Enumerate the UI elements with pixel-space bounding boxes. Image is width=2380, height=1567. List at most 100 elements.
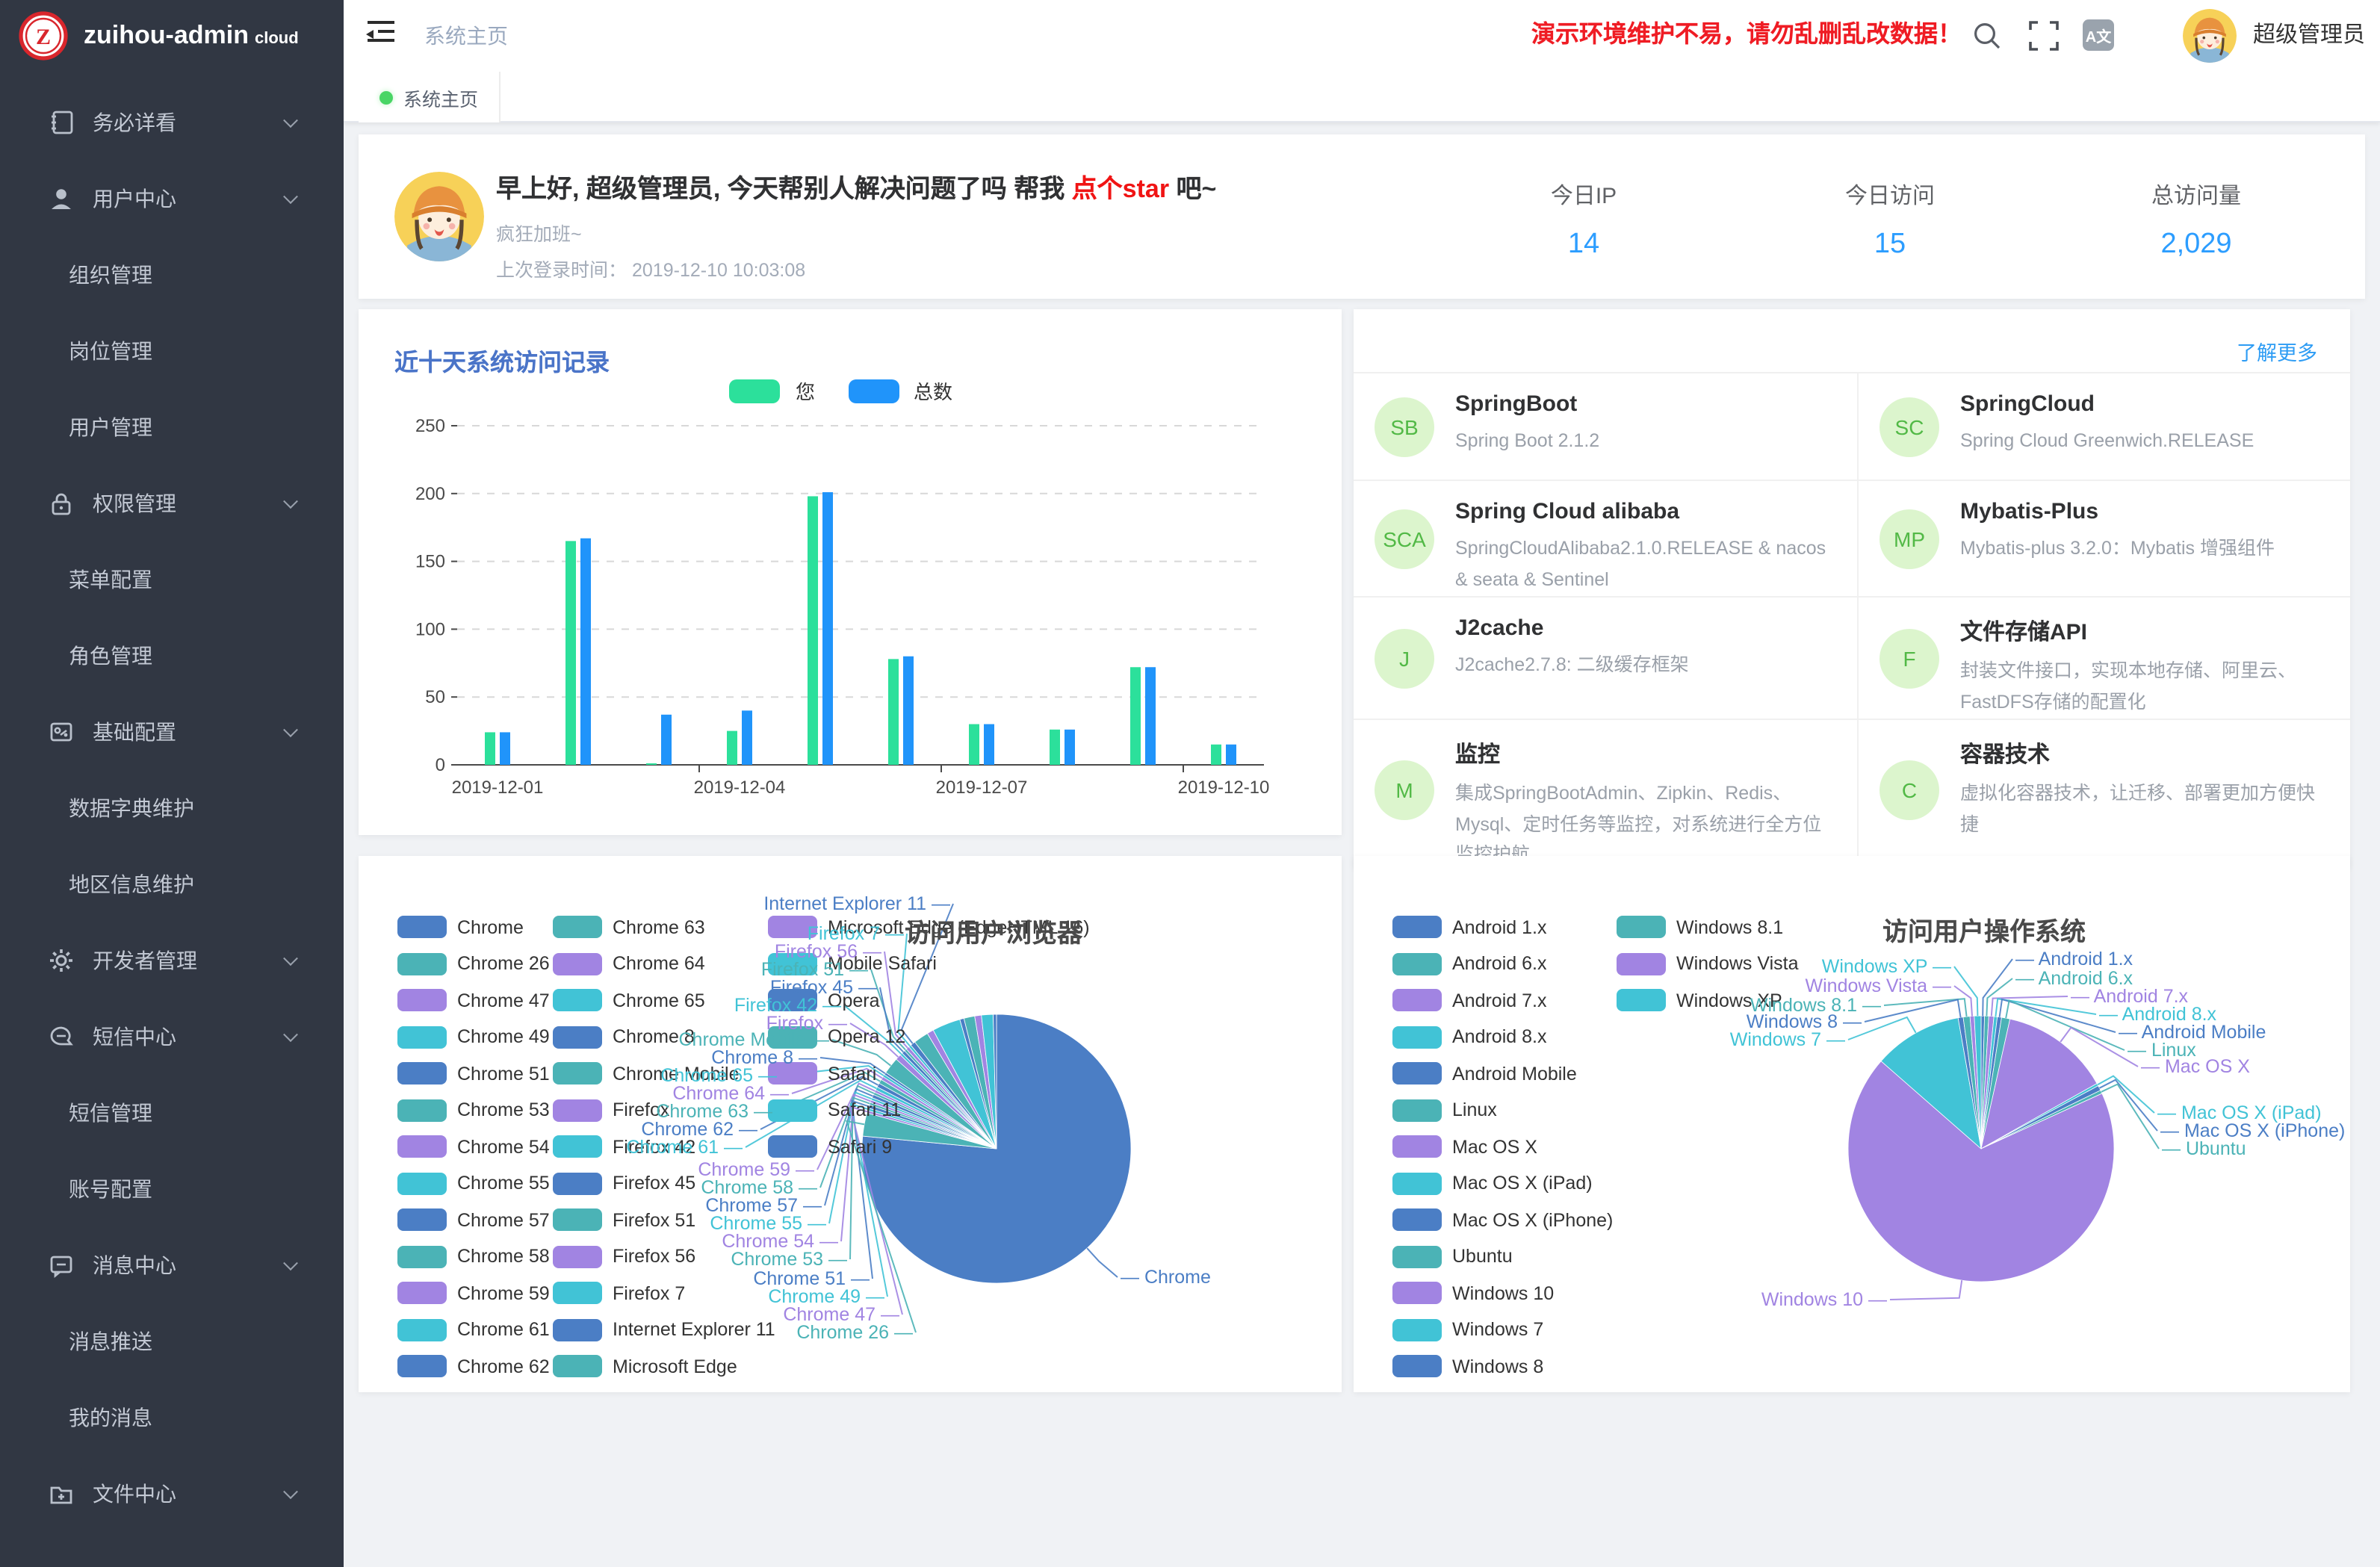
legend-item[interactable]: Chrome 51 [397,1062,550,1085]
sidebar-item[interactable]: 短信中心 [0,998,344,1074]
fullscreen-icon[interactable] [2027,19,2060,52]
learn-more-link[interactable]: 了解更多 [2237,336,2317,366]
sidebar-item[interactable]: 用户中心 [0,160,344,236]
bar[interactable] [888,659,899,765]
legend-item[interactable]: Chrome 47 [397,989,550,1011]
legend-item[interactable]: Android 8.x [1392,1025,1546,1048]
tech-item[interactable]: C容器技术虚拟化容器技术，让迁移、部署更加方便快捷 [1857,719,2350,859]
legend-item[interactable]: Microsoft Edge [553,1355,737,1377]
legend-item[interactable]: Ubuntu [1392,1245,1513,1267]
bar[interactable] [969,724,979,765]
breadcrumb[interactable]: 系统主页 [424,0,508,72]
bar[interactable] [1211,745,1221,765]
sidebar-subitem[interactable]: 用户管理 [0,388,344,465]
legend-item[interactable]: Chrome 64 [553,952,705,975]
legend-item[interactable]: Android 7.x [1392,989,1546,1011]
legend-item[interactable]: Chrome 62 [397,1355,550,1377]
sidebar-subitem[interactable]: 岗位管理 [0,312,344,388]
search-icon[interactable] [1971,19,2004,52]
bar[interactable] [661,715,672,765]
legend-item[interactable]: Windows 7 [1392,1318,1543,1341]
bar[interactable] [808,496,818,765]
sidebar-item[interactable]: 务必详看 [0,84,344,160]
sidebar-subitem[interactable]: 我的消息 [0,1379,344,1455]
sidebar-subitem[interactable]: 短信管理 [0,1074,344,1150]
legend-item[interactable]: Firefox [553,1099,669,1121]
bar[interactable] [1145,667,1156,765]
bar[interactable] [646,763,657,765]
legend-item[interactable]: Firefox 56 [553,1245,695,1267]
legend-item[interactable]: Mac OS X [1392,1135,1537,1158]
bar[interactable] [1050,730,1060,765]
bar[interactable] [500,732,510,765]
legend-item[interactable]: Windows 8.1 [1617,916,1783,938]
legend-item[interactable]: Windows 10 [1392,1282,1554,1304]
sidebar-subitem[interactable]: 组织管理 [0,236,344,312]
star-link[interactable]: 点个star [1072,175,1169,203]
legend-item[interactable]: Internet Explorer 11 [553,1318,775,1341]
legend-item[interactable]: Chrome 53 [397,1099,550,1121]
legend-item[interactable]: Firefox 7 [553,1282,685,1304]
bar[interactable] [1065,730,1075,765]
legend-item[interactable]: Android 6.x [1392,952,1546,975]
legend-item[interactable]: Android Mobile [1392,1062,1577,1085]
legend-item[interactable]: Windows 8 [1392,1355,1543,1377]
legend-swatch [1392,1245,1442,1267]
legend-item[interactable]: Chrome 54 [397,1135,550,1158]
bar[interactable] [822,492,833,765]
avatar[interactable] [2183,9,2237,63]
sidebar-subitem[interactable]: 数据字典维护 [0,769,344,845]
tech-item[interactable]: JJ2cacheJ2cache2.7.8: 二级缓存框架 [1354,596,1857,719]
pie-label: Chrome 53 [731,1249,847,1270]
sidebar-item[interactable]: 基础配置 [0,693,344,769]
bar[interactable] [1130,667,1141,765]
tech-item[interactable]: MPMybatis-PlusMybatis-plus 3.2.0：Mybatis… [1857,480,2350,596]
language-icon[interactable]: A文 [2083,19,2114,51]
legend-item[interactable]: Chrome 58 [397,1245,550,1267]
logo[interactable]: Z zuihou-admincloud [0,0,344,72]
tech-item[interactable]: M监控集成SpringBootAdmin、Zipkin、Redis、Mysql、… [1354,719,1857,859]
legend-item[interactable]: Chrome 55 [397,1172,550,1194]
legend-item[interactable]: Chrome 57 [397,1208,550,1231]
sidebar-subitem[interactable]: 消息推送 [0,1303,344,1379]
sidebar-item[interactable]: 文件中心 [0,1455,344,1531]
legend-item[interactable]: Firefox 51 [553,1208,695,1231]
bar[interactable] [742,710,752,765]
username[interactable]: 超级管理员 [2253,0,2365,72]
legend-item[interactable]: Chrome 65 [553,989,705,1011]
bar[interactable] [580,539,591,765]
legend-item[interactable]: Linux [1392,1099,1497,1121]
bar[interactable] [984,724,994,765]
legend-item[interactable]: Chrome 26 [397,952,550,975]
sidebar-subitem[interactable]: 菜单配置 [0,541,344,617]
bar[interactable] [485,732,495,765]
sidebar-subitem[interactable]: 地区信息维护 [0,845,344,922]
sidebar-item[interactable]: 权限管理 [0,465,344,541]
legend-item[interactable]: Windows Vista [1617,952,1799,975]
sidebar-item[interactable]: 消息中心 [0,1226,344,1303]
tech-item[interactable]: SBSpringBootSpring Boot 2.1.2 [1354,372,1857,480]
legend-item[interactable]: Chrome 49 [397,1025,550,1048]
legend-item[interactable]: Firefox 45 [553,1172,695,1194]
bar[interactable] [565,541,576,765]
legend-item[interactable]: Chrome 61 [397,1318,550,1341]
bar[interactable] [1226,745,1236,765]
sidebar-collapse-icon[interactable] [368,21,394,45]
bar[interactable] [903,657,914,765]
legend-item[interactable]: Chrome [397,916,524,938]
bar[interactable] [727,731,737,765]
legend-item[interactable]: Chrome 8 [553,1025,695,1048]
legend-item[interactable]: Chrome 63 [553,916,705,938]
legend-item[interactable]: Android 1.x [1392,916,1546,938]
legend-item[interactable]: Mac OS X (iPhone) [1392,1208,1613,1231]
tech-item[interactable]: F文件存储API封装文件接口，实现本地存储、阿里云、FastDFS存储的配置化 [1857,596,2350,719]
sidebar-item[interactable]: 开发者管理 [0,922,344,998]
legend-item[interactable]: Safari 9 [768,1135,892,1158]
tech-item[interactable]: SCSpringCloudSpring Cloud Greenwich.RELE… [1857,372,2350,480]
legend-item[interactable]: Mac OS X (iPad) [1392,1172,1593,1194]
sidebar-subitem[interactable]: 账号配置 [0,1150,344,1226]
tab-home[interactable]: 系统主页 [359,72,501,122]
sidebar-subitem[interactable]: 角色管理 [0,617,344,693]
tech-item[interactable]: SCASpring Cloud alibabaSpringCloudAlibab… [1354,480,1857,596]
legend-item[interactable]: Chrome 59 [397,1282,550,1304]
